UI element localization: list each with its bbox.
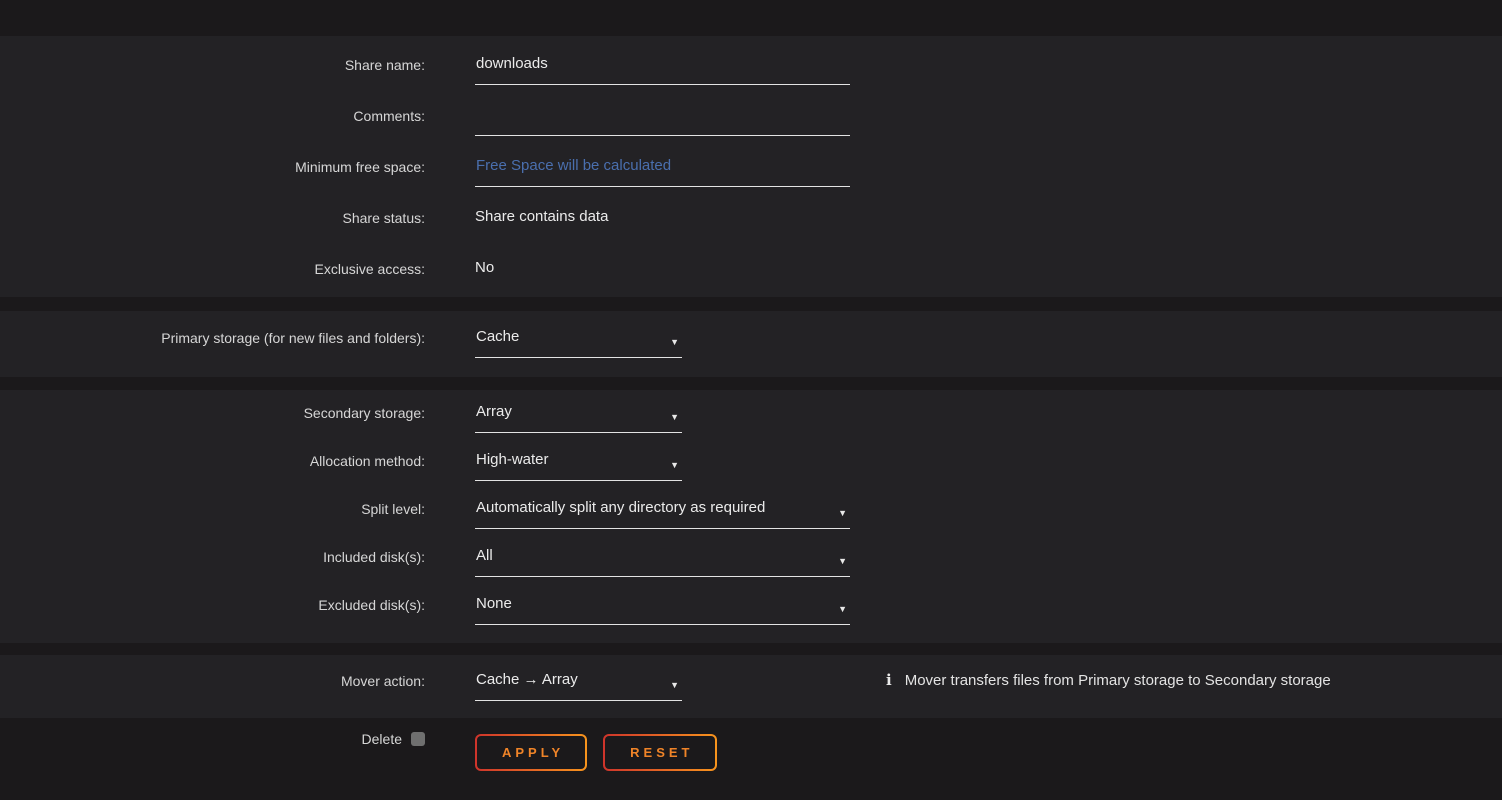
section-divider (0, 297, 1502, 311)
comments-input[interactable] (475, 106, 850, 136)
section-primary-storage: Primary storage (for new files and folde… (0, 311, 1502, 377)
excluded-disks-value: None (476, 595, 512, 612)
mover-action-label: Mover action: (0, 671, 425, 690)
allocation-method-select[interactable]: High-water ▼ (475, 451, 682, 481)
mover-action-value: Cache → Array (476, 671, 578, 688)
primary-storage-label: Primary storage (for new files and folde… (0, 328, 425, 347)
apply-button-label: APPLY (477, 736, 585, 769)
row-excluded-disks: Excluded disk(s): None ▼ (0, 595, 1502, 643)
excluded-disks-label: Excluded disk(s): (0, 595, 425, 614)
row-share-status: Share status: Share contains data (0, 208, 1502, 259)
buttons-cell: APPLY RESET (475, 734, 850, 771)
delete-label: Delete (362, 731, 402, 747)
reset-button[interactable]: RESET (603, 734, 716, 771)
chevron-down-icon: ▼ (670, 456, 679, 474)
row-split-level: Split level: Automatically split any dir… (0, 499, 1502, 547)
delete-cell: Delete (0, 730, 425, 747)
reset-button-label: RESET (605, 736, 714, 769)
allocation-method-value: High-water (476, 451, 549, 468)
row-delete-apply: Delete APPLY RESET (0, 730, 1502, 771)
footer-actions: Delete APPLY RESET (0, 718, 1502, 800)
row-allocation-method: Allocation method: High-water ▼ (0, 451, 1502, 499)
chevron-down-icon: ▼ (838, 552, 847, 570)
comments-label: Comments: (0, 106, 425, 125)
chevron-down-icon: ▼ (670, 676, 679, 694)
row-secondary-storage: Secondary storage: Array ▼ (0, 403, 1502, 451)
excluded-disks-select[interactable]: None ▼ (475, 595, 850, 625)
section-mover: Mover action: Cache → Array ▼ i Mover tr… (0, 655, 1502, 718)
included-disks-value: All (476, 547, 493, 564)
primary-storage-value: Cache (476, 328, 519, 345)
included-disks-select[interactable]: All ▼ (475, 547, 850, 577)
share-name-input[interactable] (475, 55, 850, 85)
row-primary-storage: Primary storage (for new files and folde… (0, 328, 1502, 358)
section-share-basic: Share name: Comments: Minimum free space… (0, 36, 1502, 297)
min-free-space-label: Minimum free space: (0, 157, 425, 176)
split-level-value: Automatically split any directory as req… (476, 499, 765, 516)
chevron-down-icon: ▼ (838, 504, 847, 522)
section-divider (0, 643, 1502, 655)
info-icon: i (886, 671, 892, 689)
section-divider (0, 377, 1502, 390)
secondary-storage-value: Array (476, 403, 512, 420)
top-bar (0, 0, 1502, 36)
delete-checkbox[interactable] (411, 732, 425, 746)
chevron-down-icon: ▼ (670, 408, 679, 426)
split-level-label: Split level: (0, 499, 425, 518)
exclusive-access-value: No (475, 259, 850, 277)
mover-action-select[interactable]: Cache → Array ▼ (475, 671, 682, 701)
chevron-down-icon: ▼ (838, 600, 847, 618)
exclusive-access-label: Exclusive access: (0, 259, 425, 278)
share-status-label: Share status: (0, 208, 425, 227)
included-disks-label: Included disk(s): (0, 547, 425, 566)
apply-button[interactable]: APPLY (475, 734, 587, 771)
min-free-space-input[interactable] (475, 157, 850, 187)
mover-info-text: Mover transfers files from Primary stora… (905, 672, 1331, 689)
row-share-name: Share name: (0, 55, 1502, 106)
chevron-down-icon: ▼ (670, 333, 679, 351)
row-min-free-space: Minimum free space: (0, 157, 1502, 208)
split-level-select[interactable]: Automatically split any directory as req… (475, 499, 850, 529)
mover-info: i Mover transfers files from Primary sto… (886, 671, 1331, 689)
row-included-disks: Included disk(s): All ▼ (0, 547, 1502, 595)
share-status-value: Share contains data (475, 208, 850, 226)
share-name-label: Share name: (0, 55, 425, 74)
secondary-storage-select[interactable]: Array ▼ (475, 403, 682, 433)
allocation-method-label: Allocation method: (0, 451, 425, 470)
secondary-storage-label: Secondary storage: (0, 403, 425, 422)
primary-storage-select[interactable]: Cache ▼ (475, 328, 682, 358)
row-comments: Comments: (0, 106, 1502, 157)
section-secondary-storage: Secondary storage: Array ▼ Allocation me… (0, 390, 1502, 643)
